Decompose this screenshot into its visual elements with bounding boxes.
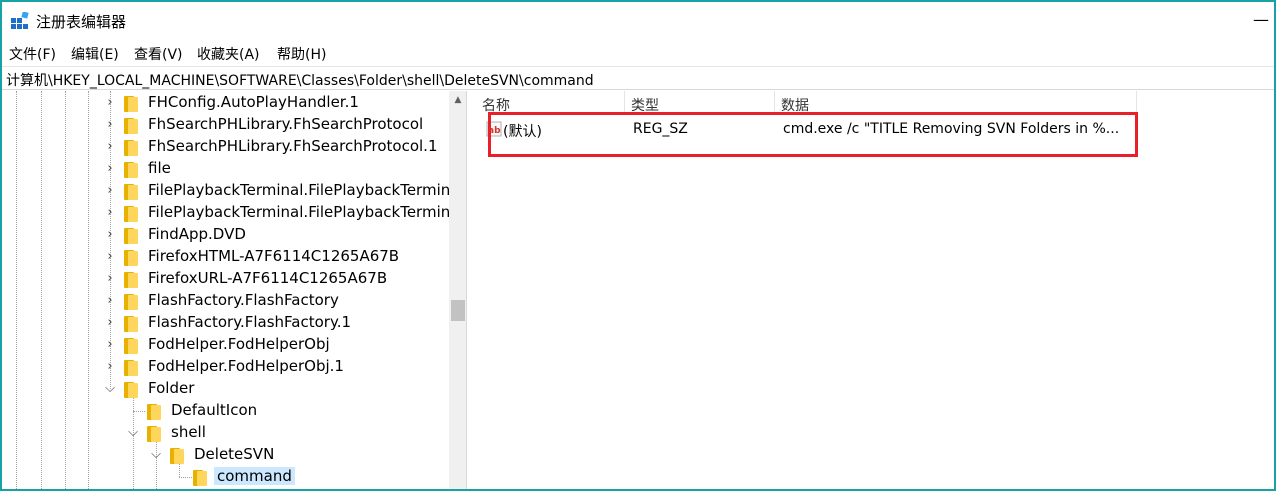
folder-icon bbox=[124, 118, 138, 134]
chevron-right-icon[interactable]: › bbox=[103, 183, 117, 199]
tree-item[interactable]: › FilePlaybackTerminal.FilePlaybackTermi… bbox=[2, 202, 459, 224]
menu-edit[interactable]: 编辑(E) bbox=[71, 44, 119, 64]
folder-icon bbox=[124, 338, 138, 354]
folder-icon bbox=[124, 96, 138, 112]
tree-item-label: FodHelper.FodHelperObj bbox=[148, 335, 330, 353]
folder-open-icon bbox=[193, 470, 207, 486]
tree-item-label: Folder bbox=[148, 379, 195, 397]
tree-item-label: file bbox=[148, 159, 171, 177]
chevron-right-icon[interactable]: › bbox=[103, 205, 117, 221]
chevron-right-icon[interactable]: › bbox=[103, 227, 117, 243]
minimize-button[interactable]: — bbox=[1250, 2, 1272, 40]
chevron-right-icon[interactable]: › bbox=[103, 249, 117, 265]
chevron-right-icon[interactable]: › bbox=[103, 315, 117, 331]
address-bar[interactable]: 计算机\HKEY_LOCAL_MACHINE\SOFTWARE\Classes\… bbox=[2, 66, 1274, 90]
chevron-right-icon[interactable]: › bbox=[103, 271, 117, 287]
tree-item-label: FlashFactory.FlashFactory bbox=[148, 291, 339, 309]
chevron-right-icon[interactable]: › bbox=[103, 293, 117, 309]
address-path[interactable]: 计算机\HKEY_LOCAL_MACHINE\SOFTWARE\Classes\… bbox=[6, 70, 594, 90]
chevron-right-icon[interactable]: › bbox=[103, 95, 117, 111]
tree-item-defaulticon[interactable]: DefaultIcon bbox=[2, 400, 450, 422]
tree-item-label: shell bbox=[171, 423, 206, 441]
folder-icon bbox=[124, 360, 138, 376]
tree-item[interactable]: › FodHelper.FodHelperObj.1 bbox=[2, 356, 450, 378]
tree-item[interactable]: › FhSearchPHLibrary.FhSearchProtocol bbox=[2, 114, 450, 136]
tree-item[interactable]: › FlashFactory.FlashFactory bbox=[2, 290, 450, 312]
tree-item[interactable]: › file bbox=[2, 158, 450, 180]
chevron-down-icon[interactable]: ⌵ bbox=[126, 425, 140, 441]
tree-item-label: FhSearchPHLibrary.FhSearchProtocol bbox=[148, 115, 424, 133]
tree-item-command[interactable]: command bbox=[2, 466, 450, 488]
tree-item-label: FilePlaybackTerminal.FilePlaybackTermina bbox=[148, 203, 460, 221]
tree-item[interactable]: › FlashFactory.FlashFactory.1 bbox=[2, 312, 450, 334]
folder-icon bbox=[124, 184, 138, 200]
tree-item[interactable]: › FirefoxURL-A7F6114C1265A67B bbox=[2, 268, 450, 290]
chevron-right-icon[interactable]: › bbox=[103, 139, 117, 155]
registry-editor-window: 注册表编辑器 — 文件(F) 编辑(E) 查看(V) 收藏夹(A) 帮助(H) … bbox=[0, 0, 1276, 491]
menu-file[interactable]: 文件(F) bbox=[9, 44, 56, 64]
chevron-right-icon[interactable]: › bbox=[103, 359, 117, 375]
tree-item-label: FlashFactory.FlashFactory.1 bbox=[148, 313, 352, 331]
tree-item-shell[interactable]: ⌵ shell bbox=[2, 422, 450, 444]
highlight-box bbox=[488, 112, 1138, 157]
chevron-down-icon[interactable]: ⌵ bbox=[103, 381, 117, 397]
menu-bar: 文件(F) 编辑(E) 查看(V) 收藏夹(A) 帮助(H) bbox=[2, 42, 1274, 64]
tree-item[interactable]: › FodHelper.FodHelperObj bbox=[2, 334, 450, 356]
chevron-right-icon[interactable]: › bbox=[103, 161, 117, 177]
tree-item-folder[interactable]: ⌵ Folder bbox=[2, 378, 450, 400]
tree-item[interactable]: › FirefoxHTML-A7F6114C1265A67B bbox=[2, 246, 450, 268]
folder-icon bbox=[124, 228, 138, 244]
tree-item-label: FilePlaybackTerminal.FilePlaybackTermina bbox=[148, 181, 460, 199]
tree-item-label: FhSearchPHLibrary.FhSearchProtocol.1 bbox=[148, 137, 438, 155]
scrollbar-thumb[interactable] bbox=[451, 300, 465, 321]
folder-icon bbox=[170, 448, 184, 464]
folder-icon bbox=[147, 426, 161, 442]
folder-icon bbox=[124, 206, 138, 222]
tree-item-label: DeleteSVN bbox=[194, 445, 275, 463]
window-title: 注册表编辑器 bbox=[36, 13, 127, 31]
menu-favorites[interactable]: 收藏夹(A) bbox=[197, 44, 260, 64]
tree-scrollbar[interactable]: ▲ bbox=[449, 91, 466, 489]
folder-icon bbox=[124, 294, 138, 310]
menu-view[interactable]: 查看(V) bbox=[134, 44, 183, 64]
tree-item-label: FirefoxURL-A7F6114C1265A67B bbox=[148, 269, 388, 287]
tree-item-label: FirefoxHTML-A7F6114C1265A67B bbox=[148, 247, 400, 265]
chevron-right-icon[interactable]: › bbox=[103, 337, 117, 353]
folder-icon bbox=[147, 404, 161, 420]
tree-item-label: FHConfig.AutoPlayHandler.1 bbox=[148, 93, 359, 111]
chevron-right-icon[interactable]: › bbox=[103, 117, 117, 133]
minimize-icon: — bbox=[1253, 10, 1269, 29]
tree-item-label: command bbox=[214, 467, 295, 485]
tree-item[interactable]: › FilePlaybackTerminal.FilePlaybackTermi… bbox=[2, 180, 459, 202]
tree-item-label: DefaultIcon bbox=[171, 401, 258, 419]
scroll-up-arrow-icon[interactable]: ▲ bbox=[449, 91, 466, 109]
chevron-down-icon[interactable]: ⌵ bbox=[149, 447, 163, 463]
tree-item[interactable]: › FindApp.DVD bbox=[2, 224, 450, 246]
tree-item-label: FodHelper.FodHelperObj.1 bbox=[148, 357, 344, 375]
registry-editor-icon bbox=[11, 12, 29, 29]
folder-icon bbox=[124, 140, 138, 156]
tree-item[interactable]: › FhSearchPHLibrary.FhSearchProtocol.1 bbox=[2, 136, 450, 158]
key-tree[interactable]: › FHConfig.AutoPlayHandler.1 › FhSearchP… bbox=[2, 91, 467, 489]
folder-icon bbox=[124, 316, 138, 332]
folder-icon bbox=[124, 162, 138, 178]
menu-help[interactable]: 帮助(H) bbox=[277, 44, 326, 64]
folder-icon bbox=[124, 272, 138, 288]
title-bar[interactable]: 注册表编辑器 — bbox=[2, 2, 1274, 40]
folder-icon bbox=[124, 382, 138, 398]
folder-icon bbox=[124, 250, 138, 266]
tree-item-deletesvn[interactable]: ⌵ DeleteSVN bbox=[2, 444, 450, 466]
tree-item[interactable]: › FHConfig.AutoPlayHandler.1 bbox=[2, 92, 450, 114]
tree-item-label: FindApp.DVD bbox=[148, 225, 246, 243]
